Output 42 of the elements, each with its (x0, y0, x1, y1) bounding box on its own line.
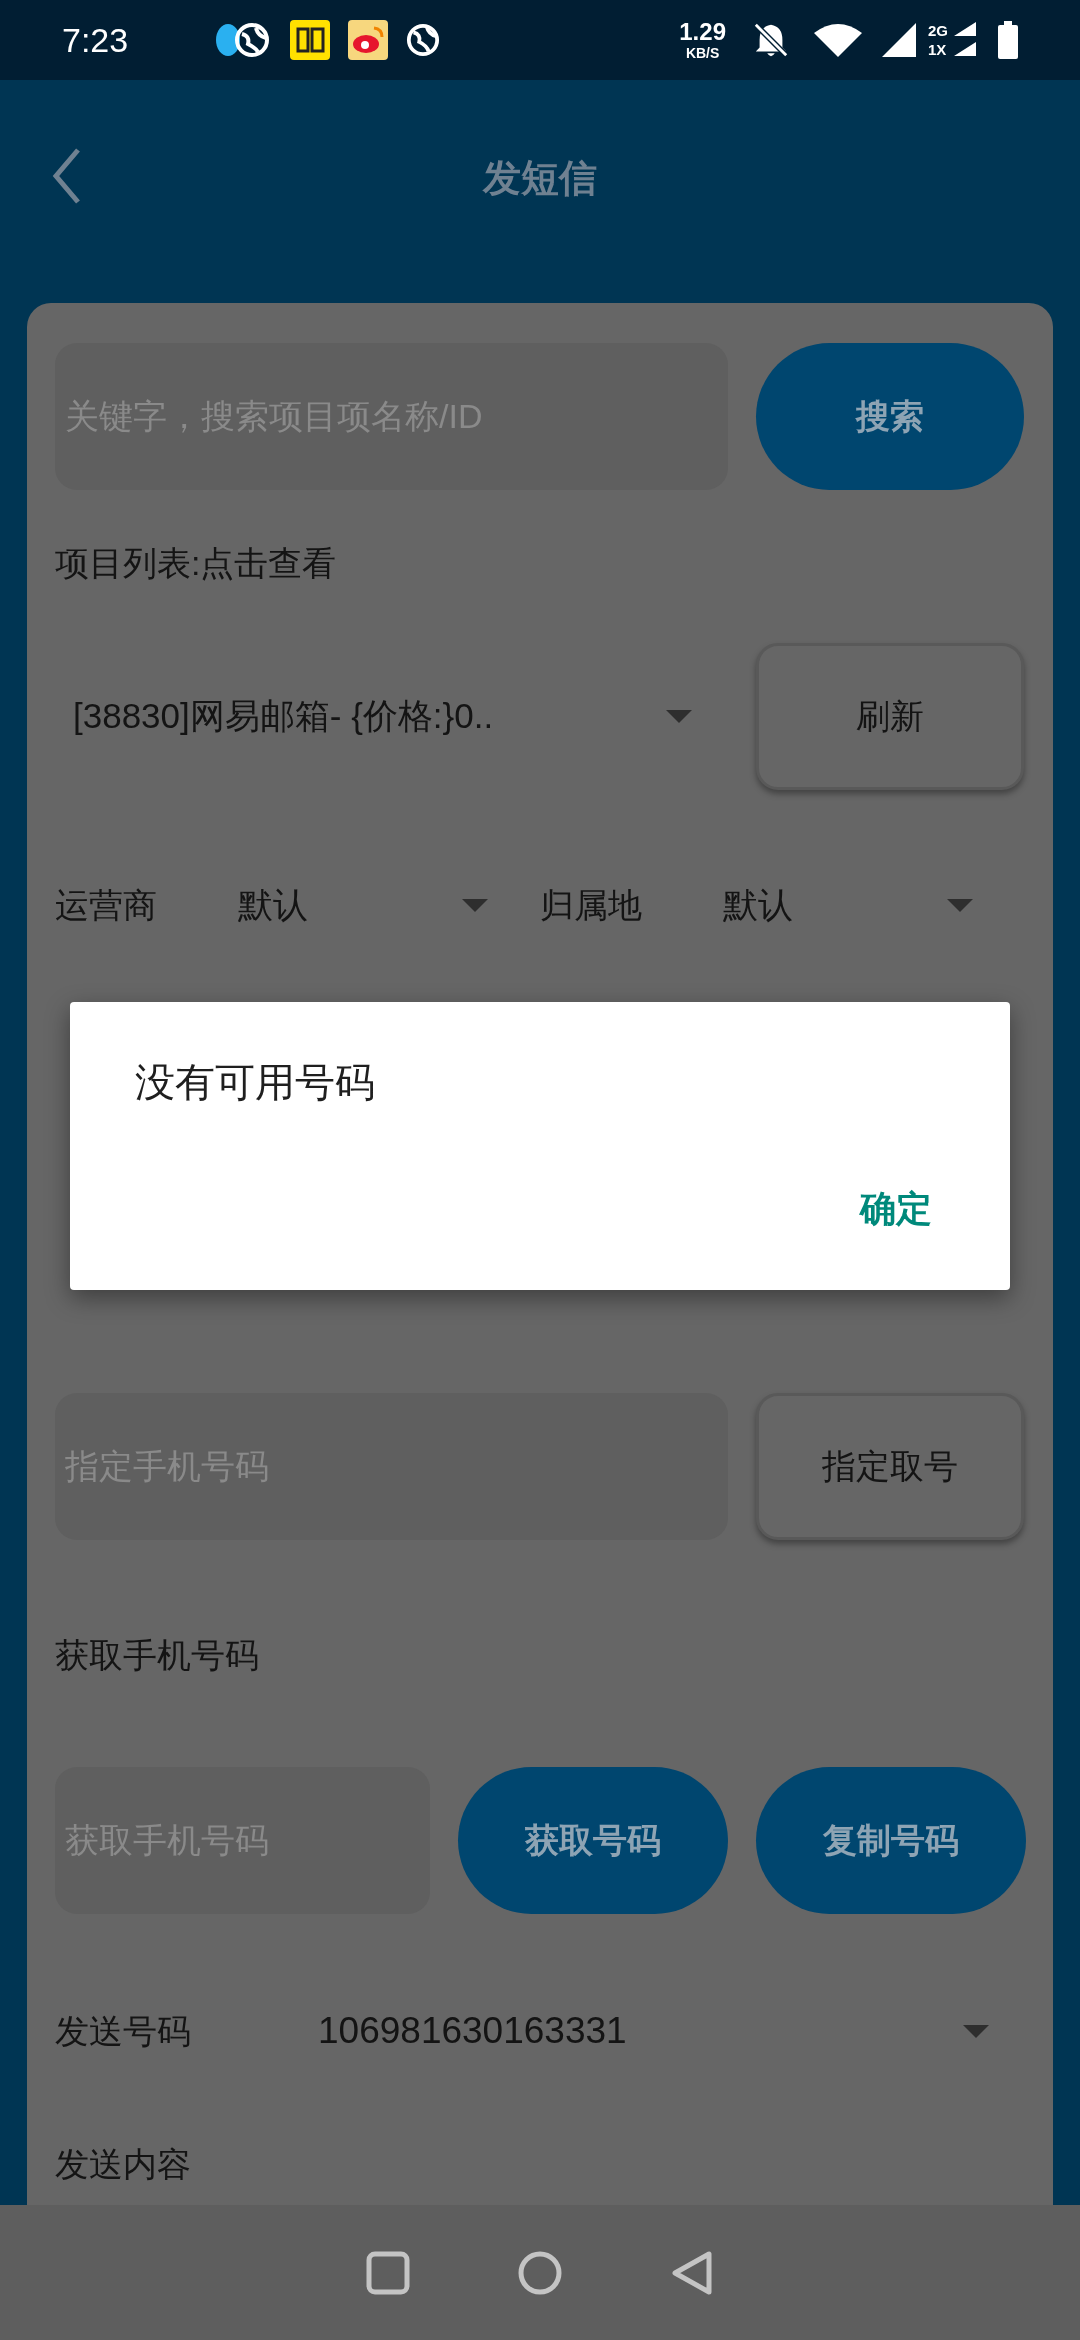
network-speed-unit: KB/S (685, 46, 720, 60)
pill-button[interactable]: 复制号码 (756, 1767, 1026, 1914)
page-title: 发短信 (483, 156, 597, 201)
filter-label: 运营商 (55, 884, 158, 926)
refresh-button[interactable]: 刷新 (756, 643, 1024, 790)
home-icon[interactable] (518, 2250, 562, 2295)
signal-icon (882, 23, 916, 57)
section-label: 发送内容 (55, 2144, 192, 2185)
battery-icon (998, 21, 1018, 59)
ok-button[interactable]: 确定 (840, 1172, 952, 1246)
globe-icon (406, 23, 440, 57)
dropdown-value: 默认 (723, 883, 794, 926)
sender-dropdown[interactable]: 106981630163331 (318, 2003, 1025, 2059)
section-label: 获取手机号码 (55, 1635, 260, 1676)
back-icon[interactable] (670, 2250, 714, 2295)
search-button[interactable]: 搜索 (756, 343, 1024, 490)
dialog-message: 没有可用号码 (135, 1059, 376, 1106)
section-label: 项目列表:点击查看 (55, 543, 338, 584)
status-time: 7:23 (62, 19, 130, 61)
designate-button[interactable]: 指定取号 (756, 1393, 1024, 1540)
pill-button[interactable]: 获取号码 (458, 1767, 728, 1914)
filter-dropdown[interactable]: 默认 (238, 878, 488, 932)
project-dropdown[interactable]: [38830]网易邮箱- {价格:}0.. (55, 643, 728, 790)
dropdown-value: 106981630163331 (318, 2009, 628, 2054)
dropdown-value: 默认 (238, 883, 309, 926)
filter-dropdown[interactable]: 默认 (723, 878, 973, 932)
network-speed: 1.29 (679, 20, 726, 44)
eye-app-icon (348, 20, 388, 60)
network-type: 1X (928, 42, 948, 57)
notifications-off-icon (752, 21, 790, 59)
network-type: 2G (928, 23, 948, 38)
dropdown-arrow-icon (963, 2024, 989, 2038)
dropdown-value: [38830]网易邮箱- {价格:}0.. (73, 695, 495, 738)
dropdown-arrow-icon (462, 898, 488, 912)
app-icon (290, 20, 330, 60)
back-icon[interactable] (52, 148, 82, 204)
field-label: 发送号码 (55, 2010, 192, 2052)
wifi-icon (814, 23, 862, 57)
recents-icon[interactable] (366, 2250, 410, 2295)
dropdown-arrow-icon (947, 898, 973, 912)
filter-label: 归属地 (540, 884, 643, 926)
dropdown-arrow-icon (666, 710, 692, 723)
